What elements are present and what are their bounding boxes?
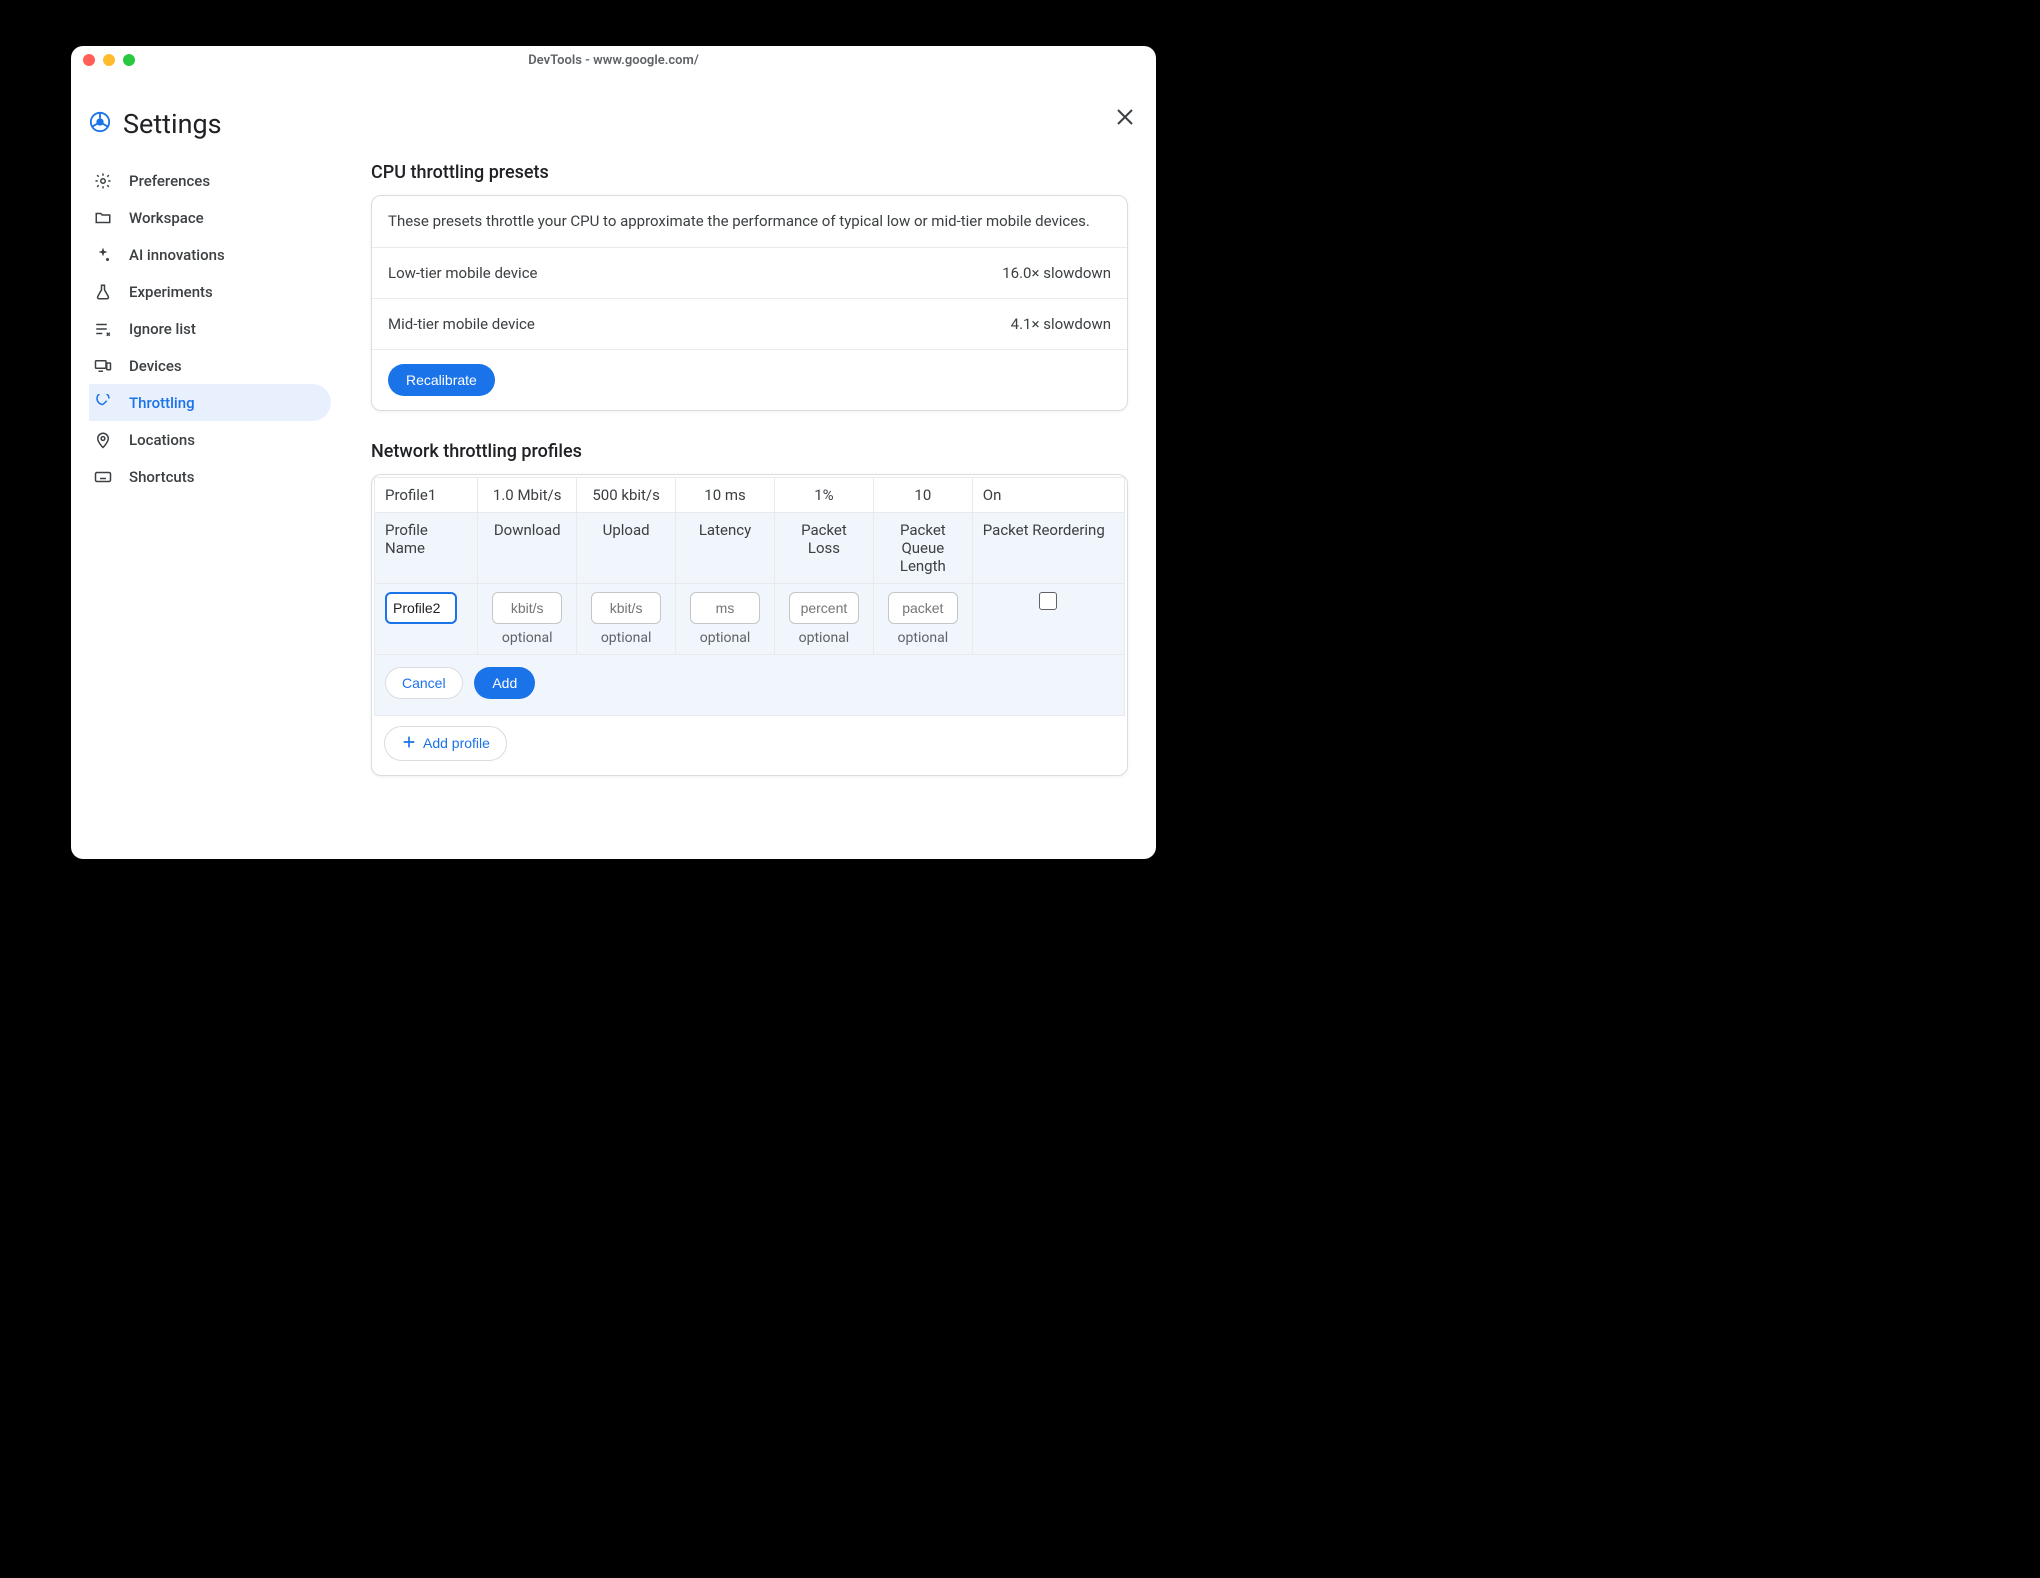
cell-download: 1.0 Mbit/s: [478, 477, 577, 512]
network-table: Profile1 1.0 Mbit/s 500 kbit/s 10 ms 1% …: [374, 477, 1125, 716]
cell-upload: 500 kbit/s: [577, 477, 676, 512]
cell-latency: 10 ms: [676, 477, 775, 512]
recalibrate-button[interactable]: Recalibrate: [388, 364, 495, 396]
sidebar-item-throttling[interactable]: Throttling: [89, 384, 331, 421]
packet-reordering-checkbox[interactable]: [1039, 592, 1057, 610]
sparkle-icon: [93, 246, 113, 264]
add-button[interactable]: Add: [474, 667, 535, 699]
cpu-preset-row: Low-tier mobile device 16.0× slowdown: [372, 248, 1127, 299]
titlebar: DevTools - www.google.com/: [71, 46, 1156, 74]
sidebar-item-label: Throttling: [129, 394, 195, 412]
location-icon: [93, 431, 113, 449]
sidebar-item-preferences[interactable]: Preferences: [89, 162, 331, 199]
list-x-icon: [93, 320, 113, 338]
sidebar-item-ignore-list[interactable]: Ignore list: [89, 310, 331, 347]
profile-name-input[interactable]: [385, 592, 457, 624]
sidebar-item-label: Devices: [129, 357, 182, 375]
cpu-preset-row: Mid-tier mobile device 4.1× slowdown: [372, 299, 1127, 350]
cell-reorder: On: [972, 477, 1124, 512]
preset-value: 16.0× slowdown: [1002, 264, 1111, 282]
sidebar-item-label: Locations: [129, 431, 195, 449]
col-upload: Upload: [577, 512, 676, 583]
sidebar-item-label: Preferences: [129, 172, 210, 190]
optional-label: optional: [884, 630, 962, 646]
sidebar-item-label: Workspace: [129, 209, 204, 227]
optional-label: optional: [686, 630, 764, 646]
network-card: Profile1 1.0 Mbit/s 500 kbit/s 10 ms 1% …: [371, 474, 1128, 776]
sidebar: Preferences Workspace AI innovations: [71, 162, 331, 859]
sidebar-item-label: AI innovations: [129, 246, 225, 264]
gear-icon: [93, 172, 113, 190]
sidebar-item-ai-innovations[interactable]: AI innovations: [89, 236, 331, 273]
cpu-card: These presets throttle your CPU to appro…: [371, 195, 1128, 411]
sidebar-item-label: Ignore list: [129, 320, 196, 338]
add-profile-button[interactable]: Add profile: [384, 726, 507, 761]
sidebar-item-shortcuts[interactable]: Shortcuts: [89, 458, 331, 495]
col-reorder: Packet Reordering: [972, 512, 1124, 583]
col-latency: Latency: [676, 512, 775, 583]
content: Settings Preferences Workspace: [71, 74, 1156, 859]
cpu-section-title: CPU throttling presets: [371, 162, 1128, 183]
main: CPU throttling presets These presets thr…: [331, 162, 1156, 859]
speedometer-icon: [93, 394, 113, 412]
page-title: Settings: [123, 108, 222, 140]
minimize-window-button[interactable]: [103, 54, 115, 66]
sidebar-item-devices[interactable]: Devices: [89, 347, 331, 384]
col-name: Profile Name: [375, 512, 478, 583]
packet-loss-input[interactable]: [789, 592, 859, 624]
optional-label: optional: [488, 630, 566, 646]
col-queue: Packet Queue Length: [873, 512, 972, 583]
body: Preferences Workspace AI innovations: [71, 162, 1156, 859]
devices-icon: [93, 357, 113, 375]
sidebar-item-workspace[interactable]: Workspace: [89, 199, 331, 236]
cell-name: Profile1: [375, 477, 478, 512]
cancel-button[interactable]: Cancel: [385, 667, 463, 699]
keyboard-icon: [93, 468, 113, 486]
preset-name: Mid-tier mobile device: [388, 315, 535, 333]
table-header-row: Profile Name Download Upload Latency Pac…: [375, 512, 1125, 583]
optional-label: optional: [587, 630, 665, 646]
network-section-title: Network throttling profiles: [371, 441, 1128, 462]
preset-name: Low-tier mobile device: [388, 264, 538, 282]
button-row: Cancel Add: [375, 654, 1125, 715]
folder-icon: [93, 209, 113, 227]
zoom-window-button[interactable]: [123, 54, 135, 66]
cell-queue: 10: [873, 477, 972, 512]
chrome-icon: [89, 111, 111, 137]
latency-input[interactable]: [690, 592, 760, 624]
sidebar-item-experiments[interactable]: Experiments: [89, 273, 331, 310]
sidebar-item-label: Shortcuts: [129, 468, 194, 486]
packet-queue-input[interactable]: [888, 592, 958, 624]
header: Settings: [71, 108, 1156, 140]
table-row[interactable]: Profile1 1.0 Mbit/s 500 kbit/s 10 ms 1% …: [375, 477, 1125, 512]
cpu-intro: These presets throttle your CPU to appro…: [372, 196, 1127, 248]
window: DevTools - www.google.com/ Settings: [71, 46, 1156, 859]
col-download: Download: [478, 512, 577, 583]
col-loss: Packet Loss: [774, 512, 873, 583]
add-profile-label: Add profile: [423, 735, 490, 751]
cell-loss: 1%: [774, 477, 873, 512]
upload-input[interactable]: [591, 592, 661, 624]
flask-icon: [93, 283, 113, 301]
window-controls: [83, 54, 135, 66]
plus-icon: [401, 734, 417, 753]
optional-label: optional: [785, 630, 863, 646]
window-title: DevTools - www.google.com/: [71, 53, 1156, 68]
edit-row: optional optional optional: [375, 583, 1125, 654]
cpu-footer: Recalibrate: [372, 350, 1127, 410]
download-input[interactable]: [492, 592, 562, 624]
close-window-button[interactable]: [83, 54, 95, 66]
sidebar-item-label: Experiments: [129, 283, 213, 301]
sidebar-item-locations[interactable]: Locations: [89, 421, 331, 458]
preset-value: 4.1× slowdown: [1011, 315, 1111, 333]
